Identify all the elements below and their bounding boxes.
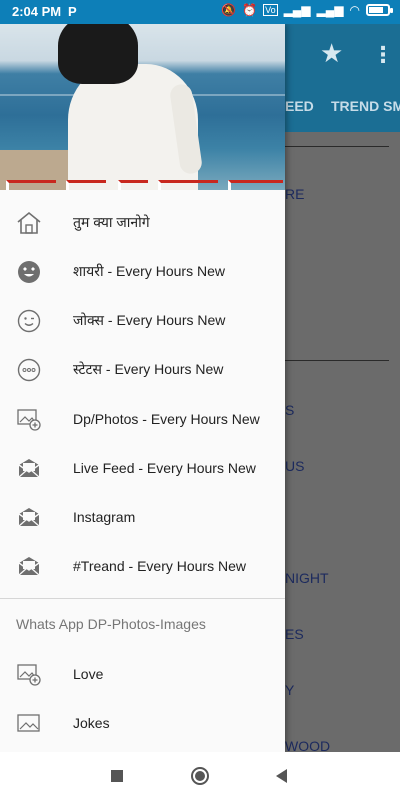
- content-item[interactable]: NIGHT: [285, 570, 400, 586]
- menu-item-love[interactable]: Love: [0, 649, 285, 698]
- mail-envelope-icon: [16, 504, 42, 530]
- menu-item-home[interactable]: तुम क्या जानोगे: [0, 198, 285, 247]
- header-banner: [6, 176, 285, 190]
- drawer-menu: तुम क्या जानोगे शायरी - Every Hours New …: [0, 198, 285, 590]
- drawer-header-image: [0, 24, 285, 190]
- menu-item-label: #Treand - Every Hours New: [73, 557, 246, 574]
- home-icon: [16, 210, 42, 236]
- star-icon[interactable]: ★: [320, 38, 343, 69]
- menu-item-shayari[interactable]: शायरी - Every Hours New: [0, 247, 285, 296]
- dots-circle-icon: [16, 357, 42, 383]
- menu-item-trend[interactable]: #Treand - Every Hours New: [0, 541, 285, 590]
- volte-icon: Vo: [263, 4, 278, 16]
- status-bar: 2:04 PM P 🔕 ⏰ Vo ▂▄▆ ▂▄▆ ◠: [0, 0, 400, 24]
- tab-trend[interactable]: TREND SM: [331, 98, 400, 114]
- menu-item-label: Love: [73, 665, 104, 682]
- menu-item-instagram[interactable]: Instagram: [0, 492, 285, 541]
- content-item[interactable]: S: [285, 402, 400, 418]
- wink-face-icon: [16, 308, 42, 334]
- menu-item-label: जोक्स - Every Hours New: [73, 312, 226, 328]
- menu-item-label: Instagram: [73, 508, 136, 525]
- love-face-icon: [16, 259, 42, 285]
- divider: [285, 146, 389, 147]
- drawer-section-title: Whats App DP-Photos-Images: [16, 616, 206, 632]
- drawer-section-menu: Love Jokes: [0, 649, 285, 747]
- menu-item-jokes-images[interactable]: Jokes: [0, 698, 285, 747]
- battery-icon: [366, 4, 393, 16]
- recents-button[interactable]: [111, 770, 123, 782]
- content-item[interactable]: Y: [285, 682, 400, 698]
- wifi-icon: ◠: [349, 3, 360, 17]
- mute-icon: 🔕: [221, 3, 237, 17]
- home-button[interactable]: [191, 767, 209, 785]
- content-item[interactable]: ES: [285, 626, 400, 642]
- photo-add-icon: [16, 406, 42, 432]
- navigation-drawer: तुम क्या जानोगे शायरी - Every Hours New …: [0, 24, 285, 752]
- signal-icon: ▂▄▆: [283, 3, 311, 17]
- divider: [285, 360, 389, 361]
- menu-item-label: Jokes: [73, 714, 110, 731]
- content-item[interactable]: RE: [285, 186, 400, 202]
- menu-item-label: शायरी - Every Hours New: [73, 263, 225, 279]
- status-time: 2:04 PM: [12, 4, 62, 19]
- status-icons: 🔕 ⏰ Vo ▂▄▆ ▂▄▆ ◠: [221, 3, 393, 17]
- notification-badge: P: [68, 4, 77, 19]
- back-button[interactable]: [276, 769, 287, 783]
- menu-item-label: तुम क्या जानोगे: [73, 214, 150, 230]
- menu-item-label: स्टेटस - Every Hours New: [73, 361, 224, 377]
- menu-item-dp-photos[interactable]: Dp/Photos - Every Hours New: [0, 394, 285, 443]
- tab-feed[interactable]: EED: [285, 98, 314, 114]
- photo-add-icon: [16, 661, 42, 687]
- signal-icon: ▂▄▆: [316, 3, 344, 17]
- mail-envelope-icon: [16, 553, 42, 579]
- image-icon: [16, 710, 42, 736]
- system-nav-bar: [0, 752, 400, 800]
- more-vert-icon[interactable]: ⋮: [372, 42, 394, 68]
- content-item[interactable]: US: [285, 458, 400, 474]
- alarm-icon: ⏰: [242, 3, 258, 17]
- menu-item-live-feed[interactable]: Live Feed - Every Hours New: [0, 443, 285, 492]
- menu-item-label: Dp/Photos - Every Hours New: [73, 410, 260, 427]
- menu-item-status[interactable]: स्टेटस - Every Hours New: [0, 345, 285, 394]
- menu-item-jokes[interactable]: जोक्स - Every Hours New: [0, 296, 285, 345]
- mail-envelope-icon: [16, 455, 42, 481]
- menu-item-label: Live Feed - Every Hours New: [73, 459, 256, 476]
